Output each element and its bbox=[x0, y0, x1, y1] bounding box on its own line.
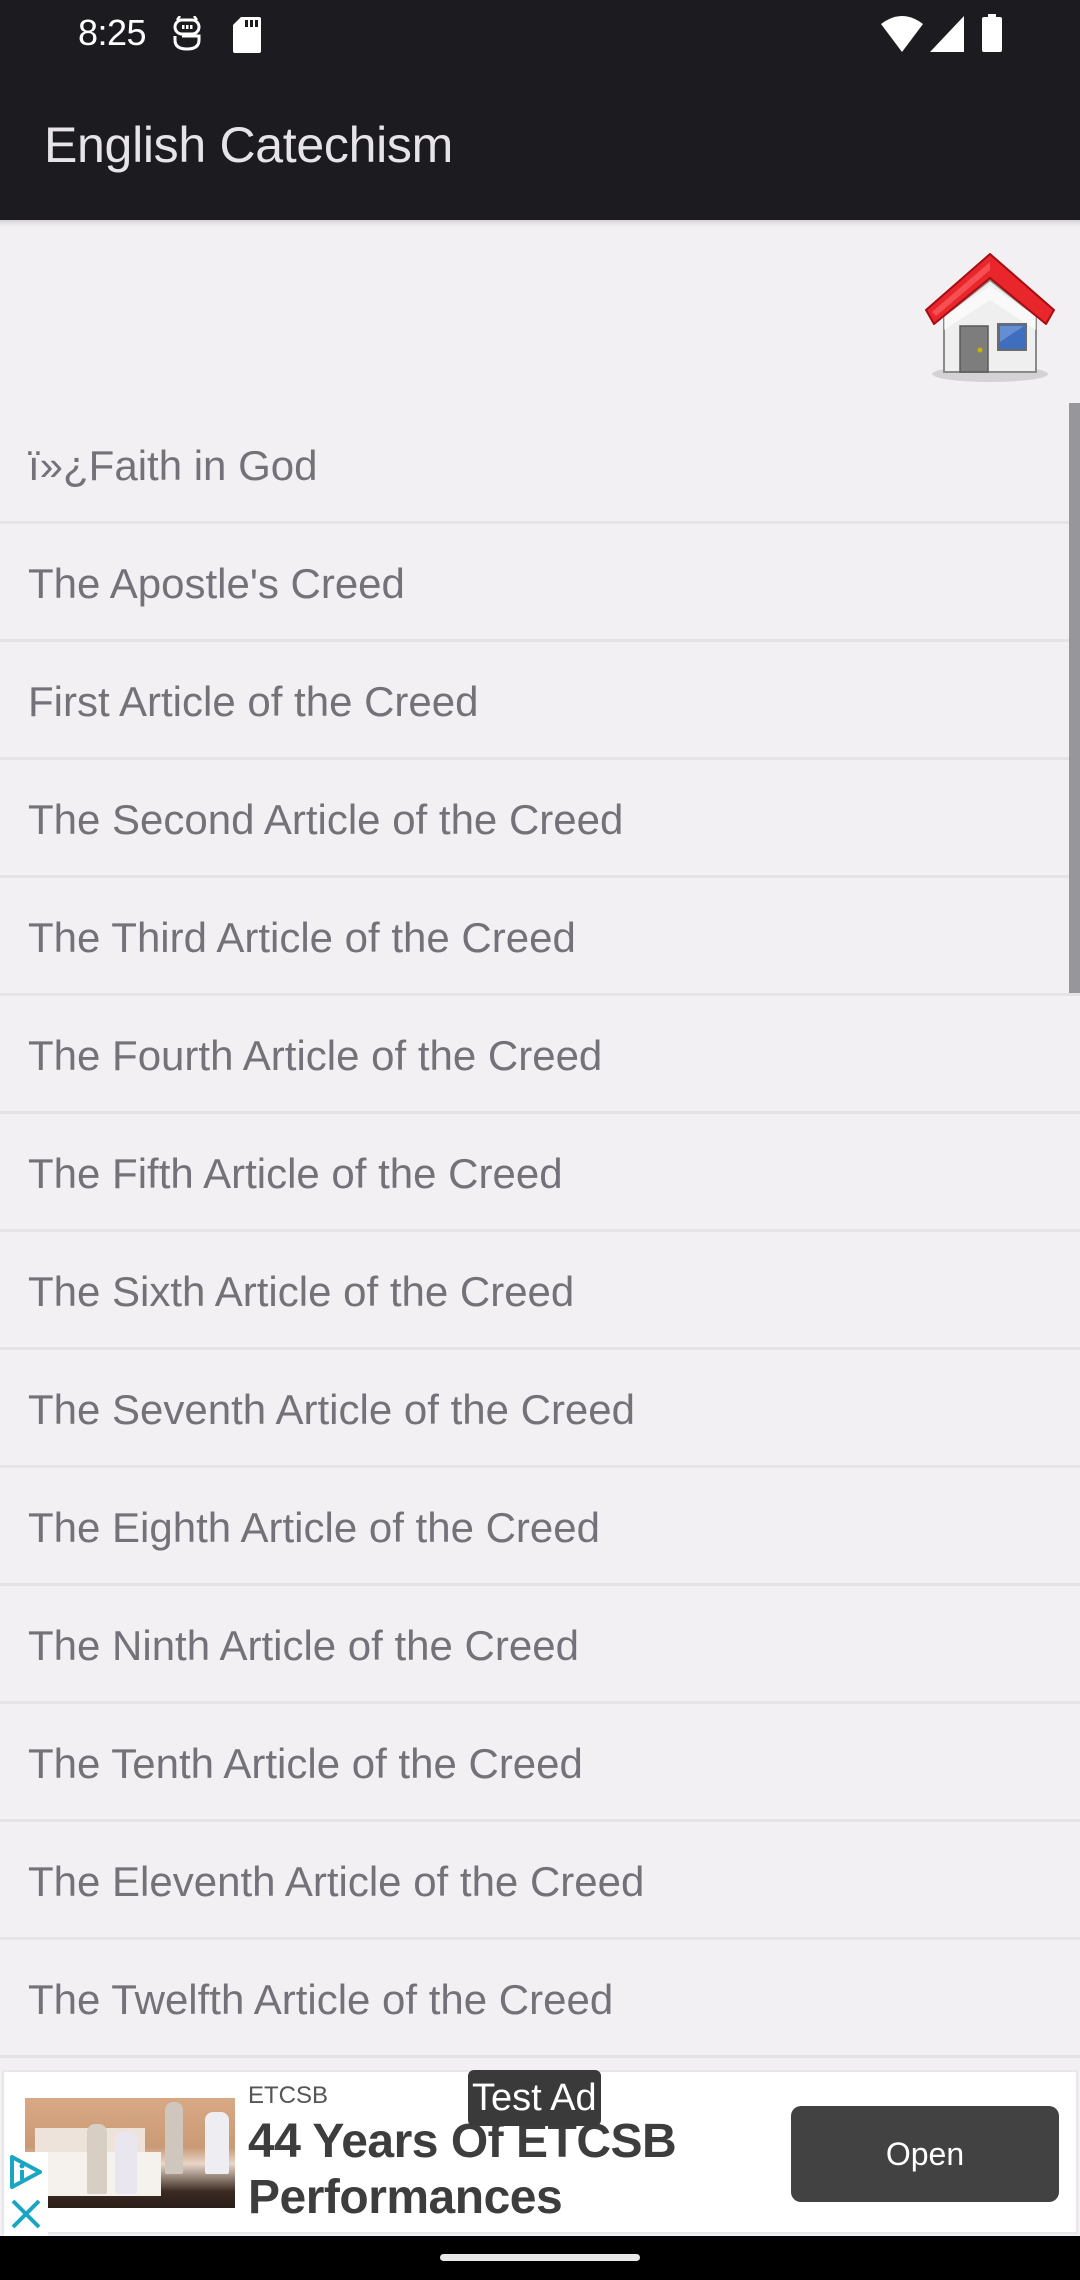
list-item-label: ï»¿Faith in God bbox=[28, 442, 318, 489]
ad-advertiser: ETCSB bbox=[248, 2082, 329, 2109]
home-icon bbox=[925, 253, 1055, 382]
list-item[interactable]: The Fourth Article of the Creed bbox=[0, 996, 1080, 1114]
ad-close-icon[interactable] bbox=[10, 2198, 42, 2235]
test-ad-badge: Test Ad bbox=[468, 2070, 601, 2126]
ad-image[interactable] bbox=[25, 2098, 235, 2208]
scrollbar-thumb[interactable] bbox=[1069, 403, 1080, 993]
list-item-label: The Twelfth Article of the Creed bbox=[28, 1976, 614, 2023]
wifi-icon bbox=[880, 16, 924, 57]
ad-open-button[interactable]: Open bbox=[791, 2106, 1059, 2202]
ad-choices-icon[interactable] bbox=[8, 2154, 44, 2195]
status-time: 8:25 bbox=[78, 12, 147, 53]
cell-signal-icon bbox=[930, 16, 964, 57]
gesture-home-indicator[interactable] bbox=[440, 2254, 640, 2261]
list-item[interactable]: First Article of the Creed bbox=[0, 642, 1080, 760]
list-item-label: The Eleventh Article of the Creed bbox=[28, 1858, 645, 1905]
list-item[interactable]: The Eleventh Article of the Creed bbox=[0, 1822, 1080, 1940]
list-item-label: The Second Article of the Creed bbox=[28, 796, 624, 843]
ad-headline[interactable]: 44 Years Of ETCSB Performances bbox=[248, 2114, 728, 2226]
system-nav-bar bbox=[0, 2236, 1080, 2280]
list-item[interactable]: The Third Article of the Creed bbox=[0, 878, 1080, 996]
list-item-label: The Fourth Article of the Creed bbox=[28, 1032, 603, 1079]
list-item[interactable]: The Second Article of the Creed bbox=[0, 760, 1080, 878]
ad-banner[interactable]: ETCSB 44 Years Of ETCSB Performances Tes… bbox=[2, 2070, 1078, 2236]
status-bar: 8:25 bbox=[0, 0, 1080, 70]
list-item-label: The Apostle's Creed bbox=[28, 560, 405, 607]
list-item-label: The Third Article of the Creed bbox=[28, 914, 576, 961]
list-item[interactable]: The Tenth Article of the Creed bbox=[0, 1704, 1080, 1822]
list-item[interactable]: ï»¿Faith in God bbox=[0, 406, 1080, 524]
ad-choices bbox=[4, 2152, 48, 2236]
main-content: ï»¿Faith in God The Apostle's Creed Firs… bbox=[0, 220, 1080, 2070]
home-button[interactable] bbox=[922, 250, 1058, 386]
list-item-label: The Eighth Article of the Creed bbox=[28, 1504, 600, 1551]
battery-icon bbox=[982, 14, 1002, 57]
app-toolbar: English Catechism bbox=[0, 70, 1080, 220]
list-item[interactable]: The Apostle's Creed bbox=[0, 524, 1080, 642]
list-item[interactable]: The Ninth Article of the Creed bbox=[0, 1586, 1080, 1704]
catechism-list: ï»¿Faith in God The Apostle's Creed Firs… bbox=[0, 406, 1080, 2058]
list-item-label: The Ninth Article of the Creed bbox=[28, 1622, 579, 1669]
list-item-label: The Sixth Article of the Creed bbox=[28, 1268, 575, 1315]
list-item-label: The Seventh Article of the Creed bbox=[28, 1386, 636, 1433]
list-item[interactable]: The Eighth Article of the Creed bbox=[0, 1468, 1080, 1586]
notification-app-icon bbox=[172, 15, 202, 57]
list-item-label: The Tenth Article of the Creed bbox=[28, 1740, 583, 1787]
list-item[interactable]: The Sixth Article of the Creed bbox=[0, 1232, 1080, 1350]
app-title: English Catechism bbox=[44, 117, 453, 173]
sd-card-icon bbox=[233, 17, 261, 58]
list-item[interactable]: The Twelfth Article of the Creed bbox=[0, 1940, 1080, 2058]
list-item-label: The Fifth Article of the Creed bbox=[28, 1150, 563, 1197]
list-item[interactable]: The Seventh Article of the Creed bbox=[0, 1350, 1080, 1468]
list-item-label: First Article of the Creed bbox=[28, 678, 479, 725]
list-item[interactable]: The Fifth Article of the Creed bbox=[0, 1114, 1080, 1232]
